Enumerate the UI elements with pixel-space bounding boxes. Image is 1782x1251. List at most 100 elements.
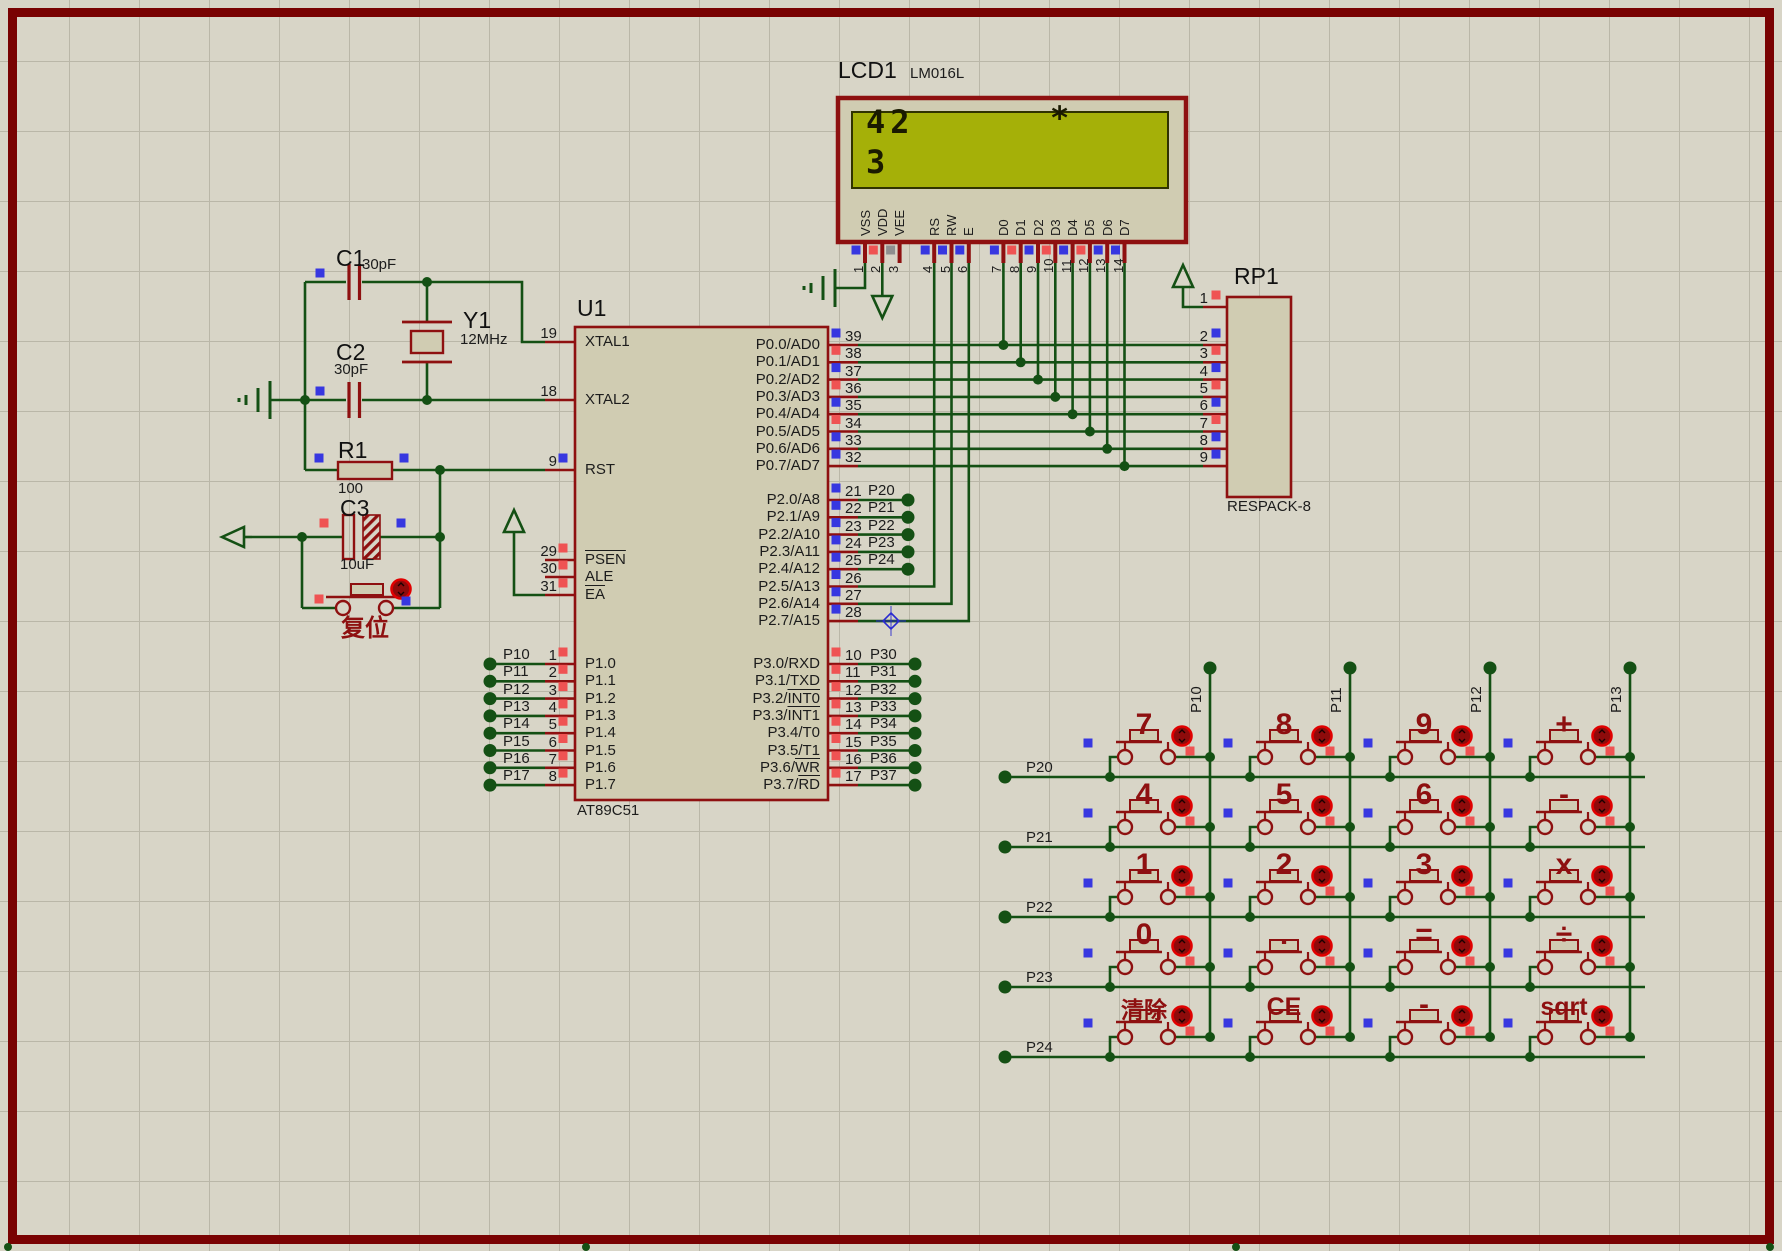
net-label: P30: [870, 647, 897, 663]
lcd-cursor: *: [1050, 102, 1074, 136]
part-ref: C3: [340, 496, 369, 520]
key-label[interactable]: CE: [1240, 994, 1328, 1020]
key-label[interactable]: 1: [1100, 849, 1188, 881]
key-label[interactable]: .: [1240, 919, 1328, 951]
pin-number: 19: [509, 326, 557, 342]
pin-name: P2.0/A8: [620, 492, 820, 508]
pin-number: 26: [845, 571, 862, 587]
pin-name-text: P1.2: [585, 690, 616, 707]
key-label[interactable]: 清除: [1100, 998, 1188, 1022]
pin-name: D1: [1014, 219, 1028, 236]
part-ref: C1: [336, 246, 365, 270]
key-label[interactable]: 5: [1240, 779, 1328, 811]
pin-name: P3.2/INT0: [620, 691, 820, 707]
net-label: P36: [870, 751, 897, 767]
pin-number: 10: [1042, 259, 1056, 273]
key-label[interactable]: x: [1520, 849, 1608, 881]
pin-name: P1.0: [585, 656, 616, 672]
pin-number: 12: [1077, 259, 1091, 273]
pin-number: 17: [845, 769, 862, 785]
pin-name: P0.3/AD3: [620, 389, 820, 405]
pin-name-text: P3.0/RXD: [753, 655, 820, 672]
pin-number: 2: [509, 665, 557, 681]
reset-button-label[interactable]: 复位: [323, 616, 407, 641]
pin-number: 8: [509, 769, 557, 785]
pin-number: 37: [845, 364, 862, 380]
key-label[interactable]: 8: [1240, 709, 1328, 741]
part-ref: Y1: [463, 308, 491, 332]
pin-number: 10: [845, 648, 862, 664]
pin-name: P1.1: [585, 673, 616, 689]
key-label[interactable]: 7: [1100, 709, 1188, 741]
net-label: P11: [1329, 687, 1345, 713]
key-label[interactable]: 3: [1380, 849, 1468, 881]
key-label[interactable]: 9: [1380, 709, 1468, 741]
pin-name: D0: [997, 219, 1011, 236]
pin-name-text: P2.3/A11: [759, 543, 820, 560]
pin-number: 4: [1170, 364, 1208, 380]
pin-name: P1.6: [585, 760, 616, 776]
part-value: AT89C51: [577, 803, 639, 819]
pin-name: P2.6/A14: [620, 596, 820, 612]
pin-name: P2.3/A11: [620, 544, 820, 560]
pin-name: P2.2/A10: [620, 527, 820, 543]
pin-name-overbar: INT1: [787, 707, 820, 724]
pin-name: P2.5/A13: [620, 579, 820, 595]
pin-name-text: P3.6/: [760, 759, 795, 776]
pin-name-text: P0.1/AD1: [756, 353, 820, 370]
pin-number: 21: [845, 484, 862, 500]
net-label: P21: [1026, 830, 1053, 846]
pin-name: EA: [585, 587, 605, 603]
pin-name-text: P1.6: [585, 759, 616, 776]
key-label[interactable]: +: [1520, 709, 1608, 741]
key-label[interactable]: 6: [1380, 779, 1468, 811]
key-label[interactable]: =: [1380, 919, 1468, 951]
pin-name: D5: [1083, 219, 1097, 236]
pin-number: 6: [1170, 398, 1208, 414]
net-label: P24: [1026, 1040, 1053, 1056]
key-label[interactable]: 0: [1100, 919, 1188, 951]
key-label[interactable]: sqrt: [1520, 994, 1608, 1020]
pin-number: 27: [845, 588, 862, 604]
part-value: LM016L: [910, 66, 964, 82]
pin-number: 8: [1008, 266, 1022, 273]
pin-name-text: P1.1: [585, 672, 616, 689]
pin-number: 38: [845, 346, 862, 362]
pin-name: RS: [928, 218, 942, 236]
pin-number: 25: [845, 553, 862, 569]
pin-number: 34: [845, 416, 862, 432]
lcd-line2: 3: [866, 146, 890, 180]
pin-name-text: P1.0: [585, 655, 616, 672]
pin-name-text: P3.3/: [752, 707, 787, 724]
key-label[interactable]: -: [1380, 989, 1468, 1021]
pin-name-text: P2.6/A14: [758, 595, 820, 612]
key-label[interactable]: -: [1520, 779, 1608, 811]
pin-name-text: P2.4/A12: [758, 560, 820, 577]
pin-name: P3.1/TXD: [620, 673, 820, 689]
key-label[interactable]: 2: [1240, 849, 1328, 881]
pin-number: 35: [845, 398, 862, 414]
pin-name: P3.7/RD: [620, 777, 820, 793]
lcd-line1: 42: [866, 106, 915, 140]
net-label: P31: [870, 664, 897, 680]
pin-number: 15: [845, 735, 862, 751]
net-label: P22: [868, 518, 895, 534]
pin-name-text: P3.1/TXD: [755, 672, 820, 689]
pin-number: 3: [887, 266, 901, 273]
pin-number: 29: [509, 544, 557, 560]
pin-number: 23: [845, 519, 862, 535]
pin-number: 13: [1094, 259, 1108, 273]
pin-name-text: P0.0/AD0: [756, 336, 820, 353]
net-label: P37: [870, 768, 897, 784]
net-label: P12: [1469, 686, 1485, 713]
pin-name-text: P1.3: [585, 707, 616, 724]
pin-name-text: P1.7: [585, 776, 616, 793]
key-label[interactable]: 4: [1100, 779, 1188, 811]
net-label: P20: [1026, 760, 1053, 776]
key-label[interactable]: ÷: [1520, 919, 1608, 951]
pin-number: 18: [509, 384, 557, 400]
pin-name: P0.7/AD7: [620, 458, 820, 474]
pin-number: 7: [990, 266, 1004, 273]
part-value: RESPACK-8: [1227, 499, 1311, 515]
net-label: P22: [1026, 900, 1053, 916]
